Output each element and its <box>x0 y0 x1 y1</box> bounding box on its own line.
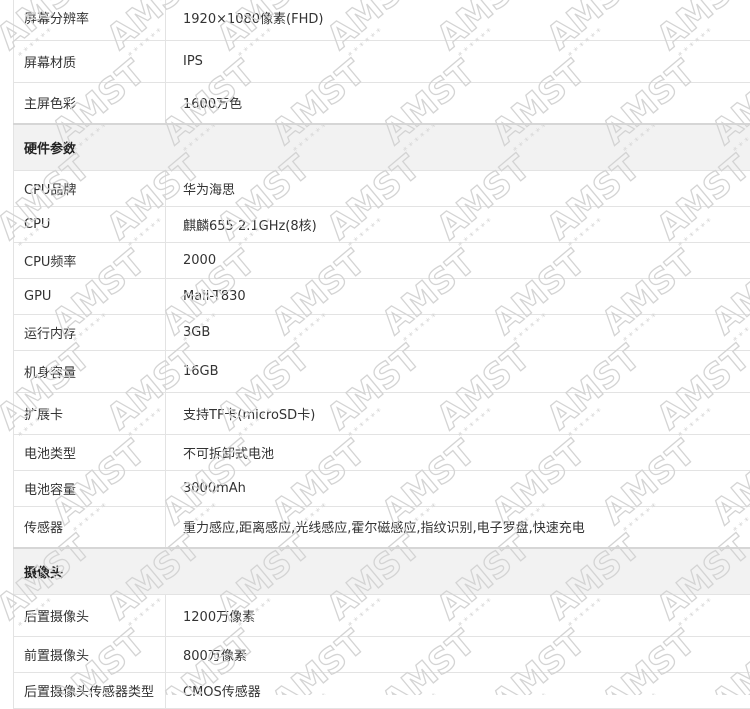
spec-row: 屏幕材质IPS <box>14 40 750 82</box>
spec-label: 后置摄像头传感器类型 <box>14 672 166 708</box>
spec-value: 麒麟655 2.1GHz(8核) <box>166 206 750 242</box>
spec-row: 运行内存3GB <box>14 314 750 350</box>
spec-value: CMOS传感器 <box>166 672 750 708</box>
spec-row: 传感器重力感应,距离感应,光线感应,霍尔磁感应,指纹识别,电子罗盘,快速充电 <box>14 506 750 548</box>
spec-value: 1200万像素 <box>166 594 750 636</box>
spec-label: 电池类型 <box>14 434 166 470</box>
spec-label: 前置摄像头 <box>14 636 166 672</box>
spec-row: 屏幕分辨率1920×1080像素(FHD) <box>14 0 750 40</box>
spec-label: 机身容量 <box>14 350 166 392</box>
spec-row: CPU频率2000 <box>14 242 750 278</box>
spec-row: 扩展卡支持TF卡(microSD卡) <box>14 392 750 434</box>
section-title: 摄像头 <box>14 548 166 594</box>
spec-value: 3000mAh <box>166 470 750 506</box>
spec-value: Mali-T830 <box>166 278 750 314</box>
spec-label: 后置摄像头 <box>14 594 166 636</box>
spec-row: GPUMali-T830 <box>14 278 750 314</box>
spec-row: 前置摄像头800万像素 <box>14 636 750 672</box>
spec-value: 不可拆卸式电池 <box>166 434 750 470</box>
section-header: 摄像头 <box>14 548 750 594</box>
spec-value: 支持TF卡(microSD卡) <box>166 392 750 434</box>
spec-value: 16GB <box>166 350 750 392</box>
spec-row: 机身容量16GB <box>14 350 750 392</box>
spec-label: 传感器 <box>14 506 166 548</box>
spec-value: 重力感应,距离感应,光线感应,霍尔磁感应,指纹识别,电子罗盘,快速充电 <box>166 506 750 548</box>
spec-row: 后置摄像头1200万像素 <box>14 594 750 636</box>
spec-row: 电池容量3000mAh <box>14 470 750 506</box>
spec-label: CPU <box>14 206 166 242</box>
spec-value: 800万像素 <box>166 636 750 672</box>
spec-label: GPU <box>14 278 166 314</box>
section-title: 硬件参数 <box>14 124 166 170</box>
spec-label: 电池容量 <box>14 470 166 506</box>
section-spacer <box>166 548 750 594</box>
spec-value: 1920×1080像素(FHD) <box>166 0 750 40</box>
section-header: 硬件参数 <box>14 124 750 170</box>
spec-table-body: 屏幕分辨率1920×1080像素(FHD)屏幕材质IPS主屏色彩1600万色硬件… <box>14 0 750 708</box>
spec-label: 屏幕材质 <box>14 40 166 82</box>
spec-label: CPU品牌 <box>14 170 166 206</box>
spec-row: 主屏色彩1600万色 <box>14 82 750 124</box>
spec-label: 运行内存 <box>14 314 166 350</box>
spec-row: 后置摄像头传感器类型CMOS传感器 <box>14 672 750 708</box>
spec-label: 主屏色彩 <box>14 82 166 124</box>
spec-value: 1600万色 <box>166 82 750 124</box>
spec-value: 2000 <box>166 242 750 278</box>
spec-value: 3GB <box>166 314 750 350</box>
spec-value: 华为海思 <box>166 170 750 206</box>
spec-row: 电池类型不可拆卸式电池 <box>14 434 750 470</box>
spec-label: CPU频率 <box>14 242 166 278</box>
spec-label: 扩展卡 <box>14 392 166 434</box>
spec-value: IPS <box>166 40 750 82</box>
spec-table: 屏幕分辨率1920×1080像素(FHD)屏幕材质IPS主屏色彩1600万色硬件… <box>13 0 750 709</box>
section-spacer <box>166 124 750 170</box>
spec-label: 屏幕分辨率 <box>14 0 166 40</box>
spec-row: CPU麒麟655 2.1GHz(8核) <box>14 206 750 242</box>
spec-row: CPU品牌华为海思 <box>14 170 750 206</box>
